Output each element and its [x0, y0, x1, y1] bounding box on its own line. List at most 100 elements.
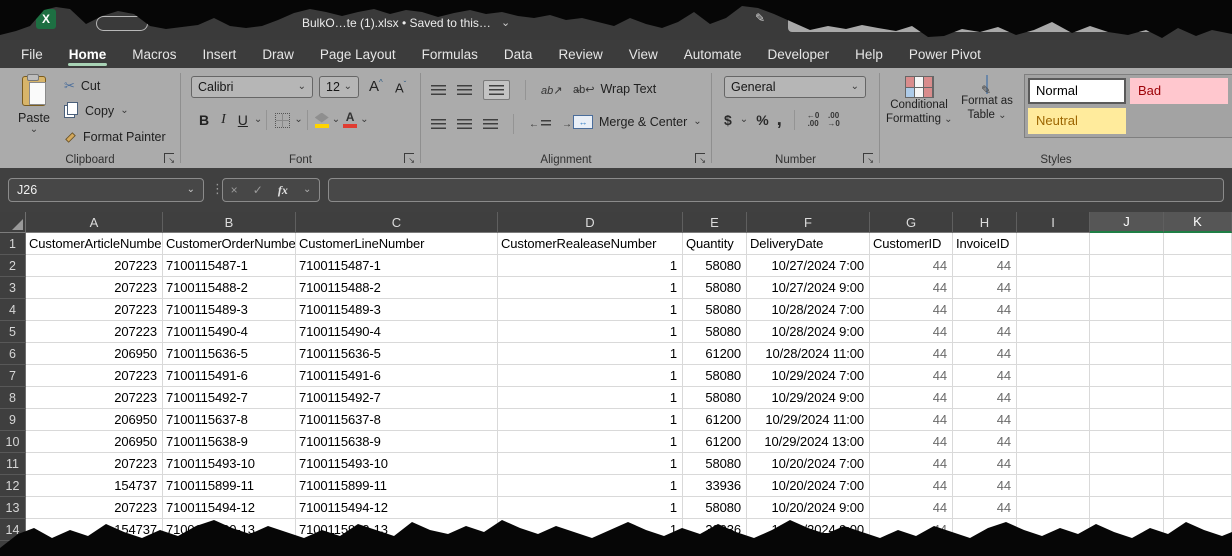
row-header-11[interactable]: 11 [0, 453, 26, 475]
cell-G8[interactable]: 44 [870, 387, 953, 409]
cell-C13[interactable]: 7100115494-12 [296, 497, 498, 519]
cell-J14[interactable] [1090, 519, 1164, 541]
cell-E7[interactable]: 58080 [683, 365, 747, 387]
cell-K7[interactable] [1164, 365, 1232, 387]
cell-A8[interactable]: 207223 [26, 387, 163, 409]
cell-H14[interactable]: 44 [953, 519, 1017, 541]
cell-I10[interactable] [1017, 431, 1090, 453]
cell-J8[interactable] [1090, 387, 1164, 409]
cell-G2[interactable]: 44 [870, 255, 953, 277]
cell-C2[interactable]: 7100115487-1 [296, 255, 498, 277]
column-header-J[interactable]: J [1090, 212, 1164, 233]
tab-data[interactable]: Data [491, 40, 546, 68]
increase-font-size-button[interactable]: A^ [369, 78, 383, 95]
row-header-12[interactable]: 12 [0, 475, 26, 497]
row-header-4[interactable]: 4 [0, 299, 26, 321]
align-center-button[interactable] [457, 119, 472, 129]
column-header-I[interactable]: I [1017, 212, 1090, 233]
excel-app-icon[interactable]: X [36, 9, 56, 29]
column-header-A[interactable]: A [26, 212, 163, 233]
tab-formulas[interactable]: Formulas [409, 40, 491, 68]
tab-file[interactable]: File [8, 40, 56, 68]
document-title[interactable]: BulkO…te (1).xlsx • Saved to this… ⌄ [302, 16, 510, 30]
borders-icon[interactable] [275, 113, 290, 128]
cell-B6[interactable]: 7100115636-5 [163, 343, 296, 365]
cell-H1[interactable]: InvoiceID [953, 233, 1017, 255]
cell-B11[interactable]: 7100115493-10 [163, 453, 296, 475]
cell-I7[interactable] [1017, 365, 1090, 387]
cell-K6[interactable] [1164, 343, 1232, 365]
copy-button[interactable]: Copy ⌄ [64, 104, 129, 118]
decrease-indent-button[interactable]: ← [529, 119, 551, 130]
tab-power-pivot[interactable]: Power Pivot [896, 40, 994, 68]
cell-D7[interactable]: 1 [498, 365, 683, 387]
cell-H5[interactable]: 44 [953, 321, 1017, 343]
cell-I14[interactable] [1017, 519, 1090, 541]
cell-F11[interactable]: 10/20/2024 7:00 [747, 453, 870, 475]
column-header-D[interactable]: D [498, 212, 683, 233]
cell-C11[interactable]: 7100115493-10 [296, 453, 498, 475]
cell-B7[interactable]: 7100115491-6 [163, 365, 296, 387]
cell-I1[interactable] [1017, 233, 1090, 255]
cell-J13[interactable] [1090, 497, 1164, 519]
tab-draw[interactable]: Draw [249, 40, 307, 68]
cell-J1[interactable] [1090, 233, 1164, 255]
cell-B9[interactable]: 7100115637-8 [163, 409, 296, 431]
font-color-dropdown[interactable]: ⌄ [360, 115, 368, 125]
insert-function-button[interactable]: fx [278, 183, 288, 198]
merge-center-button[interactable]: ↔ Merge & Center ⌄ [573, 115, 702, 129]
cell-H13[interactable]: 44 [953, 497, 1017, 519]
row-header-8[interactable]: 8 [0, 387, 26, 409]
increase-decimal-button[interactable]: ←0.00 [807, 112, 819, 128]
cell-A4[interactable]: 207223 [26, 299, 163, 321]
cell-E12[interactable]: 33936 [683, 475, 747, 497]
alignment-dialog-launcher[interactable] [695, 153, 705, 163]
cell-K11[interactable] [1164, 453, 1232, 475]
formula-input[interactable] [328, 178, 1224, 202]
cell-style-normal[interactable]: Normal [1028, 78, 1126, 104]
cell-G3[interactable]: 44 [870, 277, 953, 299]
accounting-dropdown[interactable]: ⌄ [740, 115, 748, 125]
cell-A14[interactable]: 154737 [26, 519, 163, 541]
cell-B10[interactable]: 7100115638-9 [163, 431, 296, 453]
cell-K2[interactable] [1164, 255, 1232, 277]
cell-B2[interactable]: 7100115487-1 [163, 255, 296, 277]
cell-E3[interactable]: 58080 [683, 277, 747, 299]
cell-F5[interactable]: 10/28/2024 9:00 [747, 321, 870, 343]
cell-A6[interactable]: 206950 [26, 343, 163, 365]
cell-J3[interactable] [1090, 277, 1164, 299]
cell-K4[interactable] [1164, 299, 1232, 321]
copy-dropdown[interactable]: ⌄ [120, 106, 128, 116]
cell-A3[interactable]: 207223 [26, 277, 163, 299]
cell-H4[interactable]: 44 [953, 299, 1017, 321]
cell-J10[interactable] [1090, 431, 1164, 453]
cell-H8[interactable]: 44 [953, 387, 1017, 409]
cell-D5[interactable]: 1 [498, 321, 683, 343]
column-header-H[interactable]: H [953, 212, 1017, 233]
fill-color-dropdown[interactable]: ⌄ [332, 115, 340, 125]
column-header-F[interactable]: F [747, 212, 870, 233]
cell-A11[interactable]: 207223 [26, 453, 163, 475]
paste-button[interactable]: Paste ⌄ [12, 76, 56, 135]
row-header-13[interactable]: 13 [0, 497, 26, 519]
select-all-corner[interactable] [0, 212, 26, 233]
format-painter-button[interactable]: Format Painter [64, 130, 166, 144]
cell-F2[interactable]: 10/27/2024 7:00 [747, 255, 870, 277]
row-header-5[interactable]: 5 [0, 321, 26, 343]
cell-F7[interactable]: 10/29/2024 7:00 [747, 365, 870, 387]
cell-G11[interactable]: 44 [870, 453, 953, 475]
cell-E5[interactable]: 58080 [683, 321, 747, 343]
cell-G4[interactable]: 44 [870, 299, 953, 321]
cell-B5[interactable]: 7100115490-4 [163, 321, 296, 343]
cell-J7[interactable] [1090, 365, 1164, 387]
chevron-down-icon[interactable]: ⌄ [187, 185, 195, 195]
font-color-button[interactable]: A [343, 112, 357, 128]
cell-C4[interactable]: 7100115489-3 [296, 299, 498, 321]
middle-align-button[interactable] [457, 85, 472, 95]
cell-F4[interactable]: 10/28/2024 7:00 [747, 299, 870, 321]
column-header-B[interactable]: B [163, 212, 296, 233]
column-header-C[interactable]: C [296, 212, 498, 233]
tab-review[interactable]: Review [545, 40, 615, 68]
cell-C1[interactable]: CustomerLineNumber [296, 233, 498, 255]
cell-C9[interactable]: 7100115637-8 [296, 409, 498, 431]
